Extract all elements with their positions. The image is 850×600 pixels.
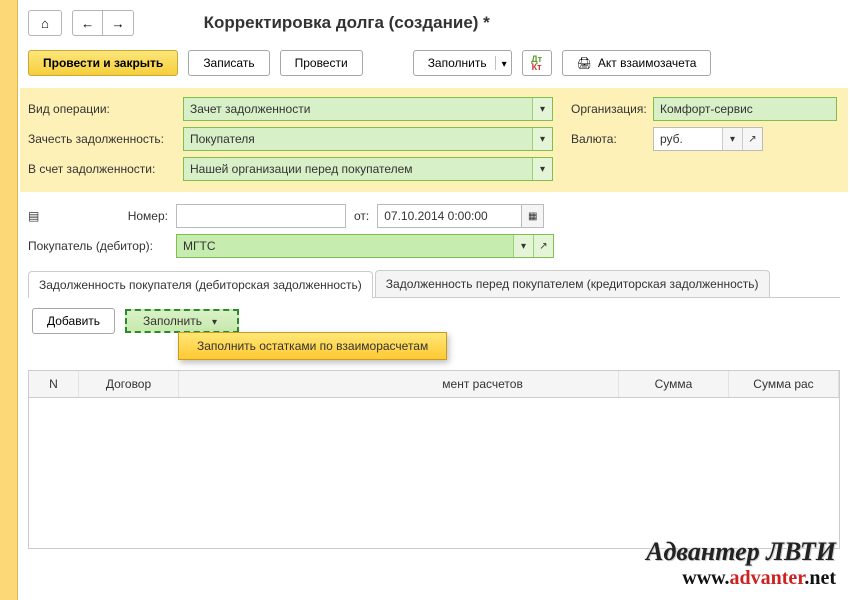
titlebar: ⌂ ← → Корректировка долга (создание) * [28, 0, 840, 42]
col-sum: Сумма [619, 371, 729, 397]
caret-down-icon [212, 314, 217, 328]
table-body-empty[interactable] [29, 398, 839, 548]
number-label: Номер: [48, 209, 176, 223]
organization-field[interactable]: Комфорт-сервис [653, 97, 837, 121]
number-input[interactable] [176, 204, 346, 228]
table-header: N Договор XXXXXXXXXXXXXXXXXXXXXмент расч… [29, 371, 839, 398]
currency-value: руб. [654, 132, 722, 146]
tabs: Задолженность покупателя (дебиторская за… [28, 270, 840, 298]
date-picker-button[interactable]: ▦ [522, 204, 544, 228]
add-row-button[interactable]: Добавить [32, 308, 115, 334]
offset-debt-label: Зачесть задолженность: [28, 132, 183, 146]
arrow-left-icon: ← [81, 16, 94, 31]
page-title: Корректировка долга (создание) * [204, 13, 490, 33]
buyer-row: Покупатель (дебитор): МГТС ↗ [28, 232, 840, 264]
col-number: N [29, 371, 79, 397]
home-button[interactable]: ⌂ [28, 10, 62, 36]
post-button[interactable]: Провести [280, 50, 363, 76]
tab-creditor[interactable]: Задолженность перед покупателем (кредито… [375, 270, 770, 297]
operation-type-label: Вид операции: [28, 102, 183, 116]
nav-history: ← → [72, 10, 134, 36]
form-header-block: Вид операции: Зачет задолженности Органи… [20, 88, 848, 192]
tab-debtor[interactable]: Задолженность покупателя (дебиторская за… [28, 271, 373, 298]
buyer-value: МГТС [177, 239, 513, 253]
act-button[interactable]: Акт взаимозачета [562, 50, 712, 76]
currency-open-icon[interactable]: ↗ [742, 128, 762, 150]
currency-label: Валюта: [563, 132, 653, 146]
calendar-icon: ▦ [528, 211, 537, 222]
back-button[interactable]: ← [72, 10, 102, 36]
home-icon: ⌂ [41, 16, 49, 31]
against-debt-field[interactable]: Нашей организации перед покупателем [183, 157, 553, 181]
operation-type-value: Зачет задолженности [184, 102, 532, 116]
date-value: 07.10.2014 0:00:00 [384, 209, 487, 223]
printer-icon [577, 56, 592, 70]
settlements-table: N Договор XXXXXXXXXXXXXXXXXXXXXмент расч… [28, 370, 840, 549]
offset-debt-value: Покупателя [184, 132, 532, 146]
fill-balances-label: Заполнить остатками по взаиморасчетам [197, 339, 428, 353]
watermark-www: www. [682, 567, 729, 589]
col-sum-settlement: Сумма рас [729, 371, 839, 397]
document-icon: ▤ [28, 209, 46, 223]
against-debt-label: В счет задолженности: [28, 162, 183, 176]
date-input[interactable]: 07.10.2014 0:00:00 [377, 204, 522, 228]
post-and-close-button[interactable]: Провести и закрыть [28, 50, 178, 76]
col-doc-settlement-label: мент расчетов [442, 377, 523, 391]
forward-button[interactable]: → [102, 10, 133, 36]
dtkt-button[interactable]: ДтКт [522, 50, 552, 76]
offset-debt-dropdown-icon[interactable] [532, 128, 552, 150]
app-left-stripe [0, 0, 18, 600]
write-button[interactable]: Записать [188, 50, 269, 76]
operation-type-dropdown-icon[interactable] [532, 98, 552, 120]
dtkt-icon: ДтКт [531, 55, 542, 71]
organization-label: Организация: [563, 102, 653, 116]
doc-number-row: ▤ Номер: от: 07.10.2014 0:00:00 ▦ [28, 200, 840, 232]
arrow-right-icon: → [111, 16, 124, 31]
table-fill-label: Заполнить [143, 314, 202, 328]
buyer-open-icon[interactable]: ↗ [533, 235, 553, 257]
currency-field[interactable]: руб. ↗ [653, 127, 763, 151]
watermark-domain: advanter [730, 567, 805, 589]
watermark-brand: Адвантер ЛВТИ [646, 537, 836, 567]
main-toolbar: Провести и закрыть Записать Провести Зап… [28, 42, 840, 88]
fill-dropdown-label: Заполнить [428, 56, 487, 70]
fill-balances-menu-item[interactable]: Заполнить остатками по взаиморасчетам [178, 332, 447, 360]
watermark-url: www.advanter.net [646, 567, 836, 590]
watermark-tld: .net [804, 567, 836, 589]
buyer-label: Покупатель (дебитор): [28, 239, 176, 253]
caret-down-icon [495, 56, 507, 70]
col-doc-settlement: XXXXXXXXXXXXXXXXXXXXXмент расчетов [179, 371, 619, 397]
against-debt-dropdown-icon[interactable] [532, 158, 552, 180]
buyer-field[interactable]: МГТС ↗ [176, 234, 554, 258]
buyer-dropdown-icon[interactable] [513, 235, 533, 257]
fill-dropdown-button[interactable]: Заполнить [413, 50, 512, 76]
currency-dropdown-icon[interactable] [722, 128, 742, 150]
organization-value: Комфорт-сервис [654, 102, 836, 116]
table-fill-dropdown[interactable]: Заполнить [125, 309, 239, 333]
act-button-label: Акт взаимозачета [598, 56, 697, 70]
operation-type-field[interactable]: Зачет задолженности [183, 97, 553, 121]
date-label: от: [346, 209, 377, 223]
col-contract: Договор [79, 371, 179, 397]
offset-debt-field[interactable]: Покупателя [183, 127, 553, 151]
against-debt-value: Нашей организации перед покупателем [184, 162, 532, 176]
watermark: Адвантер ЛВТИ www.advanter.net [646, 537, 836, 590]
